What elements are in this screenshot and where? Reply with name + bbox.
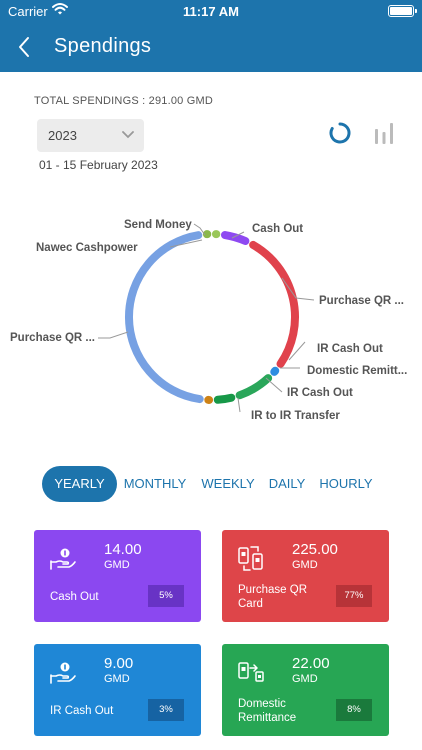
leader-line bbox=[237, 397, 241, 413]
chart-label: IR Cash Out bbox=[287, 387, 353, 399]
leader-line bbox=[265, 377, 283, 393]
chart-label: Nawec Cashpower bbox=[36, 242, 138, 254]
card-label: Purchase QR Card bbox=[238, 584, 308, 610]
card-currency: GMD bbox=[292, 559, 318, 571]
page-title: Spendings bbox=[54, 35, 152, 57]
chart-label: IR Cash Out bbox=[317, 343, 383, 355]
tab-yearly[interactable]: YEARLY bbox=[42, 466, 117, 502]
donut-slice bbox=[235, 374, 273, 400]
chart-label: Cash Out bbox=[252, 223, 303, 235]
chevron-down-icon bbox=[122, 131, 134, 139]
card-percent-badge: 77% bbox=[336, 585, 372, 607]
chart-label: Purchase QR ... bbox=[319, 295, 404, 307]
card-amount: 14.00 bbox=[104, 541, 142, 558]
card-amount: 9.00 bbox=[104, 655, 134, 672]
card-amount: 22.00 bbox=[292, 655, 330, 672]
app-header: Carrier 11:17 AM Spendings bbox=[0, 0, 422, 72]
year-dropdown-value: 2023 bbox=[48, 128, 77, 143]
date-range: 01 - 15 February 2023 bbox=[39, 158, 158, 172]
card-percent-badge: 8% bbox=[336, 699, 372, 721]
card-label: IR Cash Out bbox=[50, 705, 114, 717]
hand-coin-icon bbox=[50, 662, 76, 684]
hand-coin-icon bbox=[50, 548, 76, 570]
card-label: Domestic Remittance bbox=[238, 698, 297, 724]
donut-slice bbox=[213, 393, 236, 404]
chart-label: Purchase QR ... bbox=[10, 332, 95, 344]
spending-card-ir-cash-out[interactable]: 9.00 GMD IR Cash Out 3% bbox=[34, 644, 201, 736]
card-percent-badge: 5% bbox=[148, 585, 184, 607]
card-currency: GMD bbox=[104, 559, 130, 571]
bar-chart-icon[interactable] bbox=[372, 121, 396, 145]
spending-card-purchase-qr[interactable]: 225.00 GMD Purchase QR Card 77% bbox=[222, 530, 389, 622]
donut-slice bbox=[125, 231, 204, 404]
battery-icon bbox=[388, 5, 417, 17]
chart-label: Domestic Remitt... bbox=[307, 365, 407, 377]
period-tabs: YEARLY MONTHLY WEEKLY DAILY HOURLY bbox=[0, 464, 422, 504]
tab-monthly[interactable]: MONTHLY bbox=[120, 466, 190, 502]
card-label: Cash Out bbox=[50, 591, 99, 603]
tab-weekly[interactable]: WEEKLY bbox=[198, 466, 258, 502]
tab-hourly[interactable]: HOURLY bbox=[316, 466, 376, 502]
spendings-donut-chart: Cash Out Purchase QR ... IR Cash Out Dom… bbox=[10, 219, 407, 422]
back-arrow-icon[interactable] bbox=[12, 34, 38, 60]
chart-label: IR to IR Transfer bbox=[251, 410, 340, 422]
chart-label: Send Money bbox=[124, 219, 192, 231]
spending-card-domestic-remittance[interactable]: 22.00 GMD Domestic Remittance 8% bbox=[222, 644, 389, 736]
spending-card-cash-out[interactable]: 14.00 GMD Cash Out 5% bbox=[34, 530, 201, 622]
card-percent-badge: 3% bbox=[148, 699, 184, 721]
donut-slice bbox=[270, 366, 280, 376]
card-amount: 225.00 bbox=[292, 541, 338, 558]
phone-transfer-icon bbox=[238, 546, 263, 571]
leader-line bbox=[98, 331, 129, 339]
donut-slice bbox=[249, 240, 299, 368]
donut-chart-icon[interactable] bbox=[328, 121, 352, 145]
tab-daily[interactable]: DAILY bbox=[264, 466, 310, 502]
card-currency: GMD bbox=[104, 673, 130, 685]
status-time: 11:17 AM bbox=[183, 4, 239, 19]
status-bar: Carrier 11:17 AM bbox=[0, 0, 422, 24]
card-currency: GMD bbox=[292, 673, 318, 685]
year-dropdown[interactable]: 2023 bbox=[37, 119, 144, 152]
phone-transfer-icon bbox=[238, 662, 264, 682]
total-spendings: TOTAL SPENDINGS : 291.00 GMD bbox=[34, 95, 214, 107]
